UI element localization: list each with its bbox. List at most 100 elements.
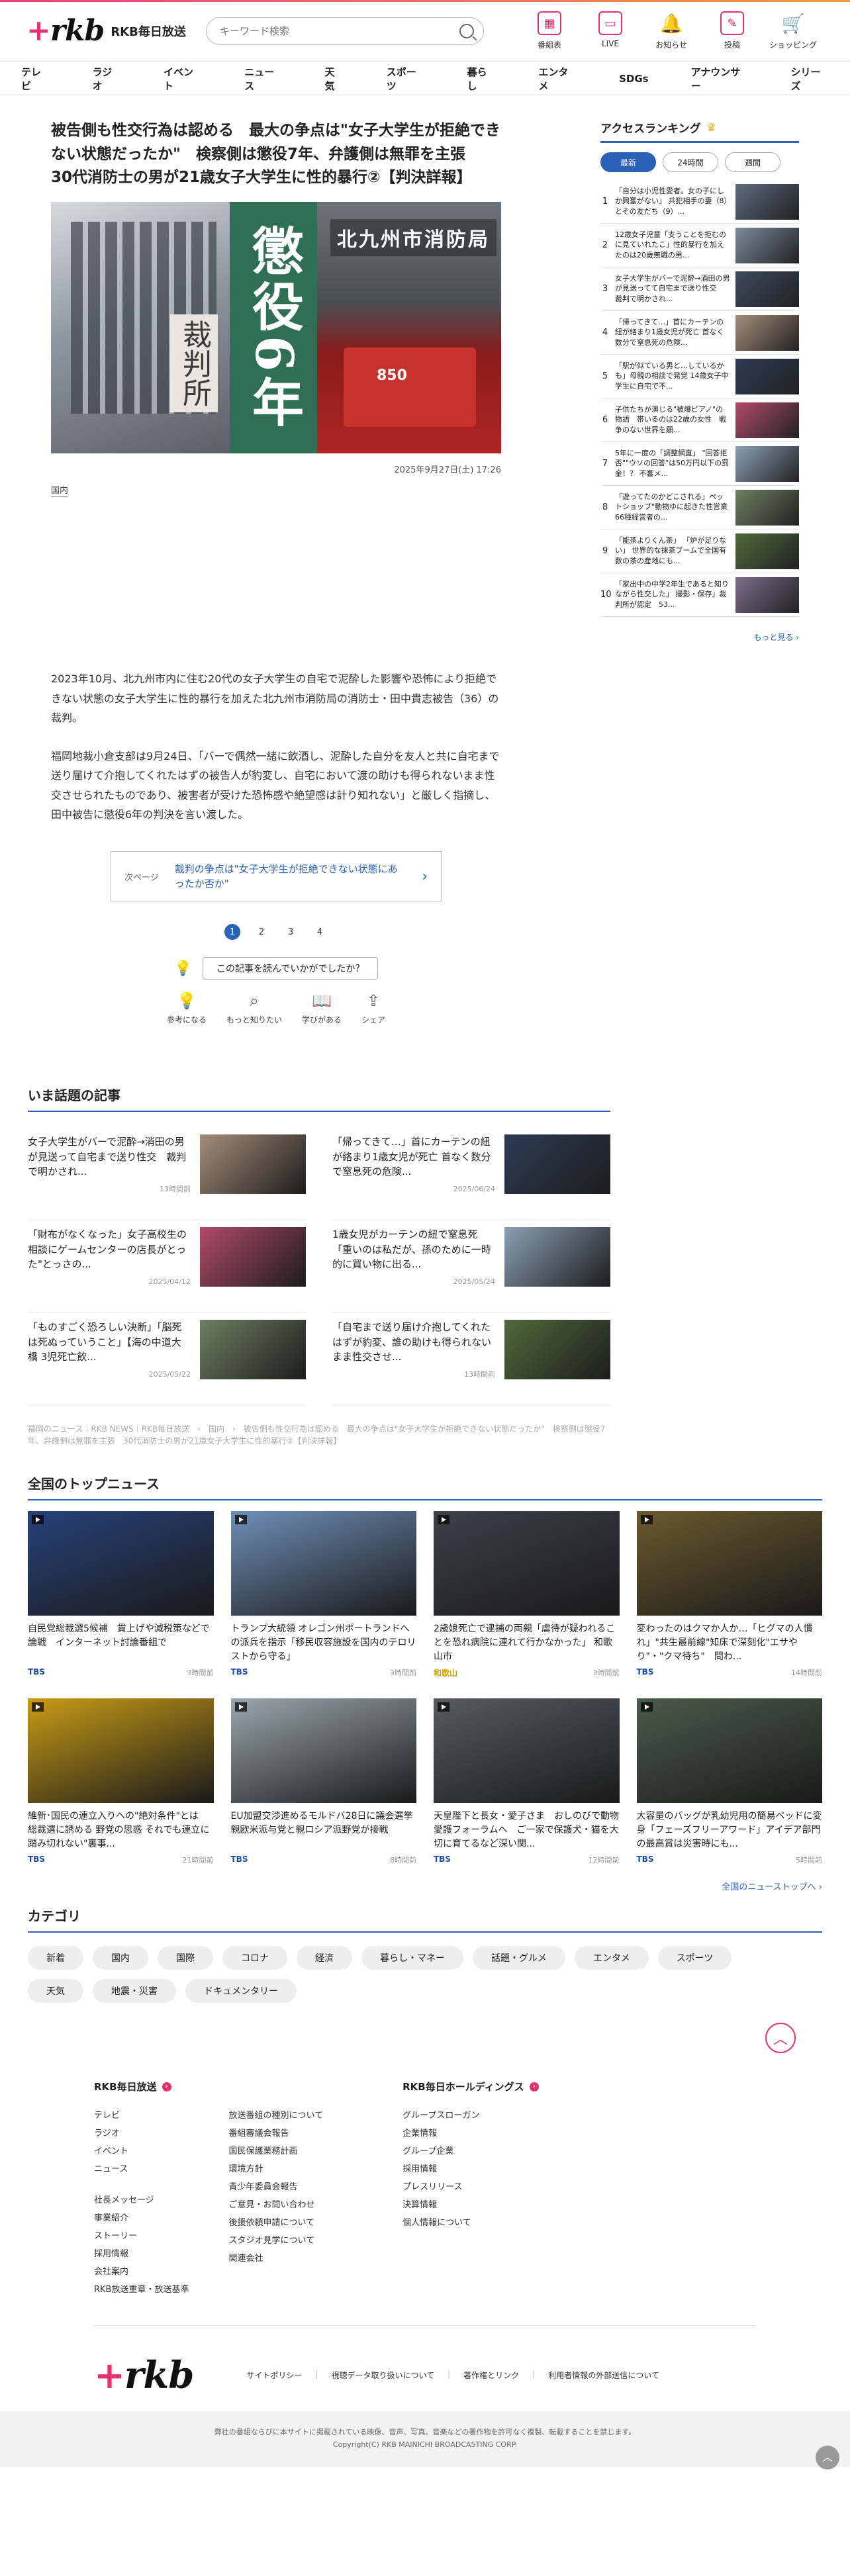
- footer-link[interactable]: 環境方針: [228, 2160, 323, 2178]
- header-link-post[interactable]: ✎ 投稿: [702, 11, 763, 50]
- category-chip[interactable]: スポーツ: [657, 1946, 732, 1970]
- legal-link[interactable]: サイトポリシー: [246, 2369, 302, 2381]
- scroll-top-icon[interactable]: ︿: [816, 2446, 839, 2470]
- tab-24h[interactable]: 24時間: [663, 152, 718, 172]
- article-category-link[interactable]: 国内: [51, 483, 69, 497]
- nav-entertainment[interactable]: エンタメ: [517, 65, 598, 93]
- top-news-more-link[interactable]: 全国のニューストップへ ›: [28, 1880, 822, 1892]
- category-chip[interactable]: 話題・グルメ: [473, 1946, 565, 1970]
- search-box[interactable]: [205, 17, 484, 45]
- nav-series[interactable]: シリーズ: [770, 65, 850, 93]
- footer-link[interactable]: 採用情報: [402, 2160, 539, 2178]
- footer-link[interactable]: 社長メッセージ: [94, 2191, 189, 2209]
- header-link-shopping[interactable]: 🛒 ショッピング: [763, 11, 824, 50]
- footer-link[interactable]: 青少年委員会報告: [228, 2178, 323, 2196]
- trending-item[interactable]: 女子大学生がバーで泥酔→消田の男が見送って自宅まで送り性交 裁判で明かされ...…: [28, 1128, 306, 1221]
- tab-weekly[interactable]: 週間: [725, 152, 780, 172]
- legal-link[interactable]: 視聴データ取り扱いについて: [331, 2369, 434, 2381]
- legal-link[interactable]: 利用者情報の外部送信について: [548, 2369, 659, 2381]
- nav-announcer[interactable]: アナウンサー: [670, 65, 770, 93]
- footer-link[interactable]: イベント: [94, 2142, 189, 2160]
- footer-link[interactable]: スタジオ見学について: [228, 2232, 323, 2250]
- category-chip[interactable]: 国内: [93, 1946, 148, 1970]
- category-chip[interactable]: 暮らし・マネー: [361, 1946, 463, 1970]
- nav-weather[interactable]: 天気: [304, 65, 365, 93]
- footer-col1-title[interactable]: RKB毎日放送 ›: [94, 2080, 323, 2093]
- reaction-learned[interactable]: 📖 学びがある: [302, 991, 342, 1025]
- ranking-more-link[interactable]: もっと見る ›: [600, 631, 799, 643]
- footer-link[interactable]: 後援依頼申請について: [228, 2214, 323, 2232]
- page-3[interactable]: 3: [283, 924, 299, 940]
- ranking-item[interactable]: 3 女子大学生がバーで泥酔→酒田の男が見送ってて自宅まで送り性交 裁判で明かされ.…: [600, 267, 799, 311]
- nav-radio[interactable]: ラジオ: [71, 65, 142, 93]
- category-chip[interactable]: 国際: [158, 1946, 213, 1970]
- ranking-item[interactable]: 5 「駅が似ている男と…しているかも」母親の相談で発覚 14歳女子中学生に自宅で不…: [600, 355, 799, 398]
- search-input[interactable]: [219, 24, 459, 37]
- footer-col2-title[interactable]: RKB毎日ホールディングス ›: [402, 2080, 539, 2093]
- footer-link[interactable]: ストーリー: [94, 2227, 189, 2245]
- search-icon[interactable]: [459, 23, 474, 38]
- footer-link[interactable]: RKB放送重章・放送基準: [94, 2281, 189, 2299]
- ranking-item[interactable]: 1 「自分は小児性愛者。女の子にしか興奮がない」 共犯相手の妻（8）とその友だち（…: [600, 180, 799, 224]
- news-card[interactable]: 維新･国民の連立入りへの"絶対条件"とは 総裁選に誘める 野党の思惑 それでも連…: [28, 1698, 214, 1865]
- nav-sdgs[interactable]: SDGs: [598, 73, 670, 85]
- news-card[interactable]: 自民党総裁選5候補 貫上げや減税策などで論戦 インターネット討論番組で TBS 3時…: [28, 1511, 214, 1679]
- footer-link[interactable]: ご意見・お問い合わせ: [228, 2196, 323, 2214]
- nav-sports[interactable]: スポーツ: [365, 65, 446, 93]
- ranking-item[interactable]: 2 12歳女子児童「支うことを拒むのに見ていれたこ」性的暴行を加えたのは20歳無職…: [600, 224, 799, 267]
- footer-link[interactable]: 会社案内: [94, 2263, 189, 2281]
- header-link-notice[interactable]: 🔔 お知らせ: [641, 11, 702, 50]
- trending-item[interactable]: 「財布がなくなった」女子高校生の相談にゲームセンターの店長がとった"とっさの..…: [28, 1220, 306, 1314]
- news-card[interactable]: 2歳娘死亡で逮捕の両親「虐待が疑われることを恐れ病院に連れて行かなかった」 和歌…: [434, 1511, 620, 1679]
- next-page-button[interactable]: 次ページ 裁判の争点は"女子大学生が拒絶できない状態にあったか否か" ›: [111, 851, 442, 902]
- footer-link[interactable]: 採用情報: [94, 2245, 189, 2263]
- ranking-item[interactable]: 9 「能茶よりくん茶」 「炉が足りない」 世界的な抹茶ブームで全国有数の茶の産地に…: [600, 529, 799, 573]
- category-chip[interactable]: 新着: [28, 1946, 83, 1970]
- nav-life[interactable]: 暮らし: [446, 65, 518, 93]
- news-card[interactable]: トランプ大統領 オレゴン州ポートランドへの派兵を指示「移民収容施設を国内のテロリ…: [230, 1511, 416, 1679]
- footer-link[interactable]: 企業情報: [402, 2125, 539, 2142]
- footer-link[interactable]: 放送番組の種別について: [228, 2107, 323, 2125]
- page-4[interactable]: 4: [312, 924, 328, 940]
- reaction-helpful[interactable]: 💡 参考になる: [167, 991, 207, 1025]
- back-to-top-button[interactable]: ︿: [765, 2023, 796, 2054]
- category-chip[interactable]: エンタメ: [575, 1946, 649, 1970]
- category-chip[interactable]: ドキュメンタリー: [185, 1979, 297, 2003]
- footer-link[interactable]: ラジオ: [94, 2125, 189, 2142]
- footer-link[interactable]: 番組審議会報告: [228, 2125, 323, 2142]
- nav-news[interactable]: ニュース: [223, 65, 303, 93]
- footer-link[interactable]: グループスローガン: [402, 2107, 539, 2125]
- tab-latest[interactable]: 最新: [600, 152, 656, 172]
- trending-item[interactable]: 「自宅まで送り届け介抱してくれたはずが豹変、誰の助けも得られないまま性交させ..…: [332, 1313, 610, 1406]
- header-link-live[interactable]: ▭ LIVE: [580, 11, 641, 50]
- footer-link[interactable]: 決算情報: [402, 2196, 539, 2214]
- footer-link[interactable]: 事業紹介: [94, 2209, 189, 2227]
- footer-link[interactable]: グループ企業: [402, 2142, 539, 2160]
- news-card[interactable]: EU加盟交渉進めるモルドバ28日に議会選挙 親欧米派与党と親ロシア派野党が接戦 T…: [230, 1698, 416, 1865]
- header-link-schedule[interactable]: ▦ 番組表: [519, 11, 580, 50]
- news-card[interactable]: 変わったのはクマか人か…「ヒグマの人慣れ」"共生最前線"知床で深刻化"エサやり"…: [636, 1511, 822, 1679]
- nav-tv[interactable]: テレビ: [0, 65, 71, 93]
- category-chip[interactable]: 経済: [297, 1946, 352, 1970]
- trending-item[interactable]: 1歳女児がカーテンの紐で窒息死「重いのは私だが、孫のために一時的に買い物に出る.…: [332, 1220, 610, 1314]
- footer-link[interactable]: 関連会社: [228, 2250, 323, 2268]
- footer-link[interactable]: 個人情報について: [402, 2214, 539, 2232]
- legal-link[interactable]: 著作権とリンク: [463, 2369, 519, 2381]
- page-2[interactable]: 2: [254, 924, 269, 940]
- footer-link[interactable]: テレビ: [94, 2107, 189, 2125]
- trending-item[interactable]: 「ものすごく恐ろしい決断」「脳死は死ぬっていうこと」【海の中道大橋 3児死亡飲.…: [28, 1313, 306, 1406]
- ranking-item[interactable]: 4 「帰ってきて…」首にカーテンの紐が絡まり1歳女児が死亡 首なく数分で窒息死の危…: [600, 311, 799, 355]
- nav-event[interactable]: イベント: [142, 65, 223, 93]
- footer-link[interactable]: プレスリリース: [402, 2178, 539, 2196]
- ranking-item[interactable]: 6 子供たちが演じる"被爆ピアノ"の物語 帯いるのは22歳の女性 戦争のない世界を…: [600, 398, 799, 442]
- footer-logo[interactable]: +rkb: [94, 2354, 194, 2397]
- category-chip[interactable]: コロナ: [222, 1946, 287, 1970]
- news-card[interactable]: 大容量のバッグが乳幼児用の簡易ベッドに変身「フェーズフリーアワード」アイデア部門…: [636, 1698, 822, 1865]
- ranking-item[interactable]: 8 「遊ってたのかどこされる」ペットショップ"動物ゆに起きた性営業 66種経営者の…: [600, 486, 799, 529]
- share-button[interactable]: ⇪ シェア: [361, 991, 385, 1025]
- site-logo[interactable]: +rkb RKB毎日放送: [26, 14, 186, 48]
- category-chip[interactable]: 天気: [28, 1979, 83, 2003]
- footer-link[interactable]: ニュース: [94, 2160, 189, 2178]
- ranking-item[interactable]: 10 「家出中の中学2年生であると知りながら性交した」 撮影・保存」裁判所が認定 …: [600, 573, 799, 617]
- trending-item[interactable]: 「帰ってきて…」首にカーテンの紐が絡まり1歳女児が死亡 首なく数分で窒息死の危険…: [332, 1128, 610, 1221]
